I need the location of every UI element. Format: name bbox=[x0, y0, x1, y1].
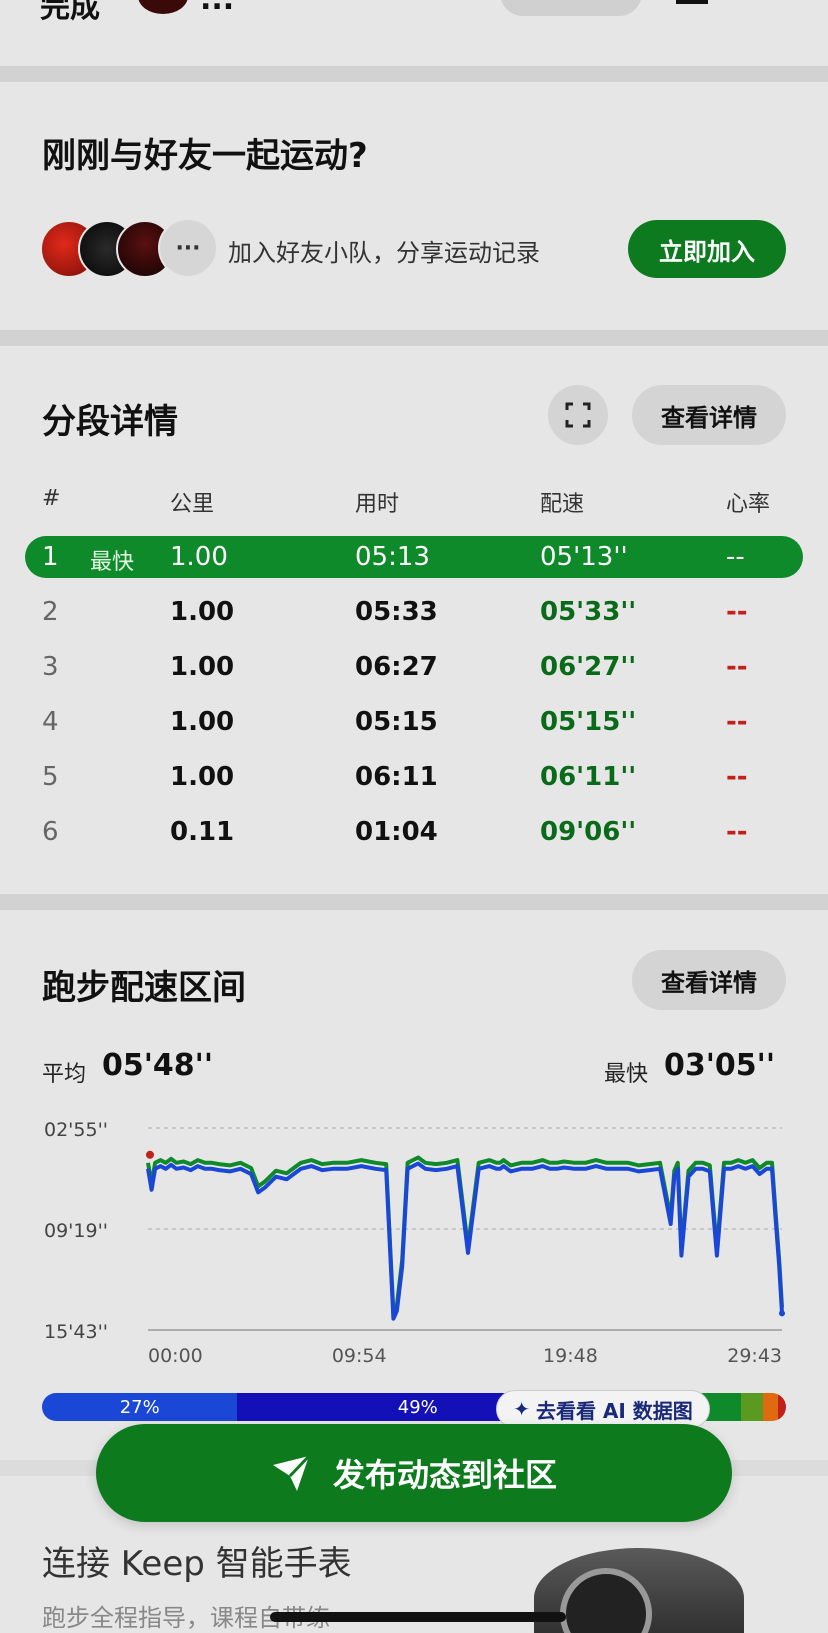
pace-end-point bbox=[779, 1310, 785, 1317]
divider bbox=[0, 894, 828, 910]
split-km: 1.00 bbox=[170, 762, 235, 792]
best-tag: 最快 bbox=[90, 550, 135, 575]
more-icon[interactable]: ··· bbox=[158, 218, 218, 278]
pace-zone-segment: 27% bbox=[42, 1393, 238, 1421]
split-index: 4 bbox=[42, 707, 59, 737]
split-km: 1.00 bbox=[170, 542, 228, 572]
pace-zone-segment bbox=[740, 1393, 764, 1421]
ai-data-label: 去看看 AI 数据图 bbox=[535, 1398, 693, 1423]
split-heart-rate: -- bbox=[726, 652, 748, 682]
split-time: 05:15 bbox=[355, 707, 438, 737]
share-icon[interactable] bbox=[676, 0, 708, 4]
avg-pace-value: 05'48'' bbox=[102, 1048, 214, 1083]
split-heart-rate: -- bbox=[726, 817, 748, 847]
publish-to-community-button[interactable]: 发布动态到社区 bbox=[96, 1424, 732, 1522]
fullscreen-icon[interactable] bbox=[548, 385, 608, 445]
pace-zone-title: 跑步配速区间 bbox=[42, 968, 246, 1008]
avg-pace-label: 平均 bbox=[42, 1062, 87, 1087]
split-pace: 06'11'' bbox=[540, 762, 637, 792]
col-index: # bbox=[42, 486, 61, 511]
header-avatar bbox=[138, 0, 188, 14]
split-index: 2 bbox=[42, 597, 59, 627]
divider bbox=[0, 330, 828, 346]
split-index: 5 bbox=[42, 762, 59, 792]
pace-chart: 02'55'' 09'19'' 15'43'' 00:00 09:54 19:48 29:4… bbox=[44, 1119, 785, 1367]
col-heart-rate: 心率 bbox=[726, 492, 771, 517]
x-tick-label: 29:43 bbox=[727, 1345, 782, 1367]
col-pace: 配速 bbox=[540, 492, 585, 517]
header-pill-button[interactable] bbox=[500, 0, 642, 16]
pace-start-point bbox=[146, 1150, 154, 1159]
split-pace: 06'27'' bbox=[540, 652, 637, 682]
ai-data-button[interactable]: ✦ 去看看 AI 数据图 bbox=[496, 1390, 710, 1428]
fastest-pace-value: 03'05'' bbox=[664, 1048, 776, 1083]
split-index: 1 bbox=[42, 542, 59, 572]
keep-watch-title: 连接 Keep 智能手表 bbox=[42, 1544, 352, 1584]
split-pace: 05'15'' bbox=[540, 707, 637, 737]
publish-label: 发布动态到社区 bbox=[332, 1456, 557, 1494]
table-row: 3 1.00 06:27 06'27'' -- bbox=[0, 642, 828, 690]
col-time: 用时 bbox=[355, 492, 400, 517]
divider bbox=[0, 66, 828, 82]
split-km: 1.00 bbox=[170, 652, 235, 682]
done-button[interactable]: 完成 bbox=[40, 0, 100, 26]
table-row: 最快 1 1.00 05:13 05'13'' -- bbox=[0, 532, 828, 580]
split-time: 05:33 bbox=[355, 597, 438, 627]
header-title: ... bbox=[200, 0, 234, 17]
sparkle-icon: ✦ bbox=[513, 1397, 530, 1421]
friends-title: 刚刚与好友一起运动? bbox=[42, 136, 368, 176]
table-row: 6 0.11 01:04 09'06'' -- bbox=[0, 807, 828, 855]
table-row: 2 1.00 05:33 05'33'' -- bbox=[0, 587, 828, 635]
split-heart-rate: -- bbox=[726, 542, 745, 572]
split-km: 0.11 bbox=[170, 817, 235, 847]
friends-card bbox=[0, 82, 828, 330]
split-km: 1.00 bbox=[170, 597, 235, 627]
split-heart-rate: -- bbox=[726, 707, 748, 737]
y-tick-label: 02'55'' bbox=[44, 1119, 108, 1141]
pace-zone-segment bbox=[763, 1393, 779, 1421]
pace-detail-button[interactable]: 查看详情 bbox=[632, 950, 786, 1010]
split-heart-rate: -- bbox=[726, 597, 748, 627]
split-pace: 05'13'' bbox=[540, 542, 628, 572]
split-pace: 09'06'' bbox=[540, 817, 637, 847]
split-pace: 05'33'' bbox=[540, 597, 637, 627]
splits-detail-button[interactable]: 查看详情 bbox=[632, 385, 786, 445]
split-time: 06:11 bbox=[355, 762, 438, 792]
col-km: 公里 bbox=[170, 492, 215, 517]
split-km: 1.00 bbox=[170, 707, 235, 737]
x-tick-label: 09:54 bbox=[332, 1345, 387, 1367]
y-tick-label: 15'43'' bbox=[44, 1321, 108, 1343]
split-index: 6 bbox=[42, 817, 59, 847]
pace-line bbox=[146, 1161, 784, 1321]
split-heart-rate: -- bbox=[726, 762, 748, 792]
split-index: 3 bbox=[42, 652, 59, 682]
splits-title: 分段详情 bbox=[42, 402, 178, 442]
y-tick-label: 09'19'' bbox=[44, 1220, 108, 1242]
friends-subtitle: 加入好友小队，分享运动记录 bbox=[228, 239, 540, 267]
split-time: 01:04 bbox=[355, 817, 438, 847]
x-tick-label: 19:48 bbox=[543, 1345, 598, 1367]
top-bar: 完成 ... bbox=[0, 0, 828, 66]
x-tick-label: 00:00 bbox=[148, 1345, 203, 1367]
table-row: 4 1.00 05:15 05'15'' -- bbox=[0, 697, 828, 745]
split-time: 06:27 bbox=[355, 652, 438, 682]
fullscreen-icon-glyph bbox=[565, 402, 591, 428]
home-indicator bbox=[270, 1612, 566, 1622]
fastest-pace-label: 最快 bbox=[604, 1062, 649, 1087]
split-time: 05:13 bbox=[355, 542, 430, 572]
join-button[interactable]: 立即加入 bbox=[628, 220, 786, 278]
table-row: 5 1.00 06:11 06'11'' -- bbox=[0, 752, 828, 800]
send-icon bbox=[272, 1454, 311, 1491]
